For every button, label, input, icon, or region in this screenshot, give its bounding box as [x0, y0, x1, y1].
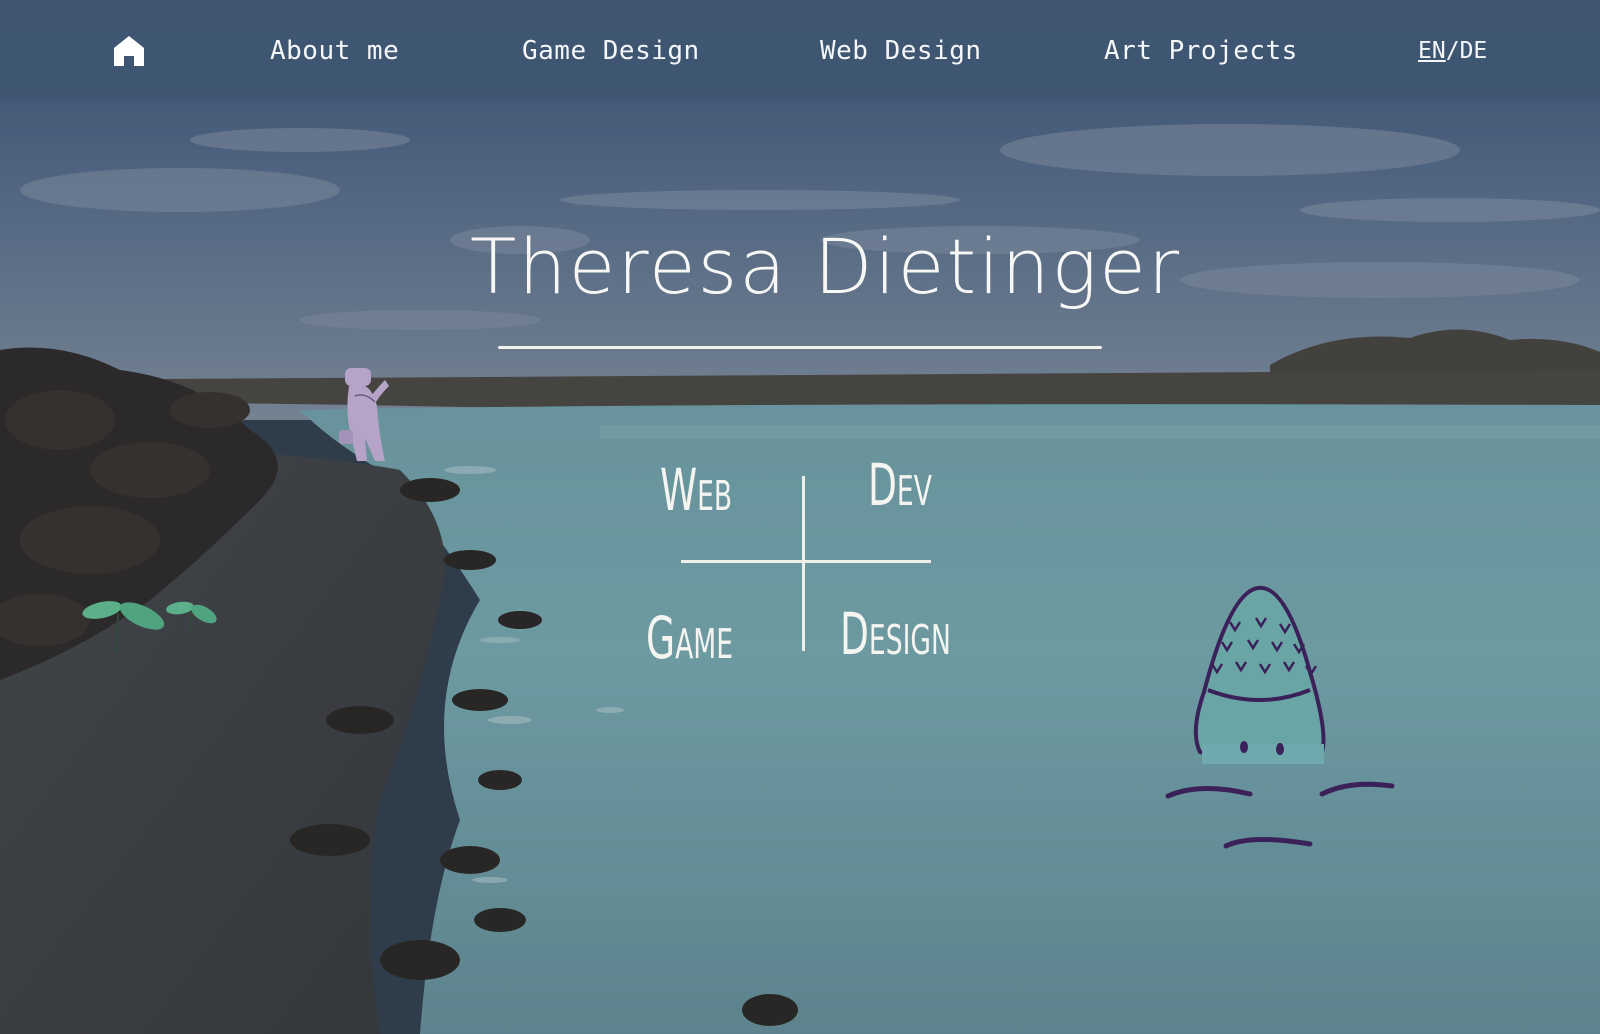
- grid-word-dev[interactable]: Dev: [868, 455, 932, 515]
- background-landscape: [0, 0, 1600, 1034]
- sprout-illustration: [82, 601, 217, 653]
- page: About me Game Design Web Design Art Proj…: [0, 0, 1600, 1034]
- cross-horizontal-line: [681, 560, 931, 563]
- grid-word-web[interactable]: Web: [660, 460, 732, 520]
- nav-art-projects[interactable]: Art Projects: [1104, 34, 1298, 68]
- title-underline: [498, 346, 1102, 349]
- top-navigation: About me Game Design Web Design Art Proj…: [0, 0, 1600, 101]
- figure-illustration: [339, 368, 389, 461]
- cross-vertical-line: [802, 476, 805, 651]
- grid-word-game[interactable]: Game: [646, 608, 733, 668]
- grid-word-design[interactable]: Design: [840, 604, 951, 664]
- language-switcher: EN/DE: [1418, 36, 1487, 66]
- nav-web-design[interactable]: Web Design: [820, 34, 982, 68]
- creature-illustration: [1165, 585, 1395, 849]
- nav-about-me[interactable]: About me: [270, 34, 399, 68]
- language-separator: /: [1445, 38, 1460, 64]
- hero-title: Theresa Dietinger: [470, 222, 1182, 311]
- nav-game-design[interactable]: Game Design: [522, 34, 700, 68]
- language-de-link[interactable]: DE: [1460, 38, 1488, 64]
- language-en-link[interactable]: EN: [1418, 38, 1446, 64]
- home-icon[interactable]: [112, 34, 146, 68]
